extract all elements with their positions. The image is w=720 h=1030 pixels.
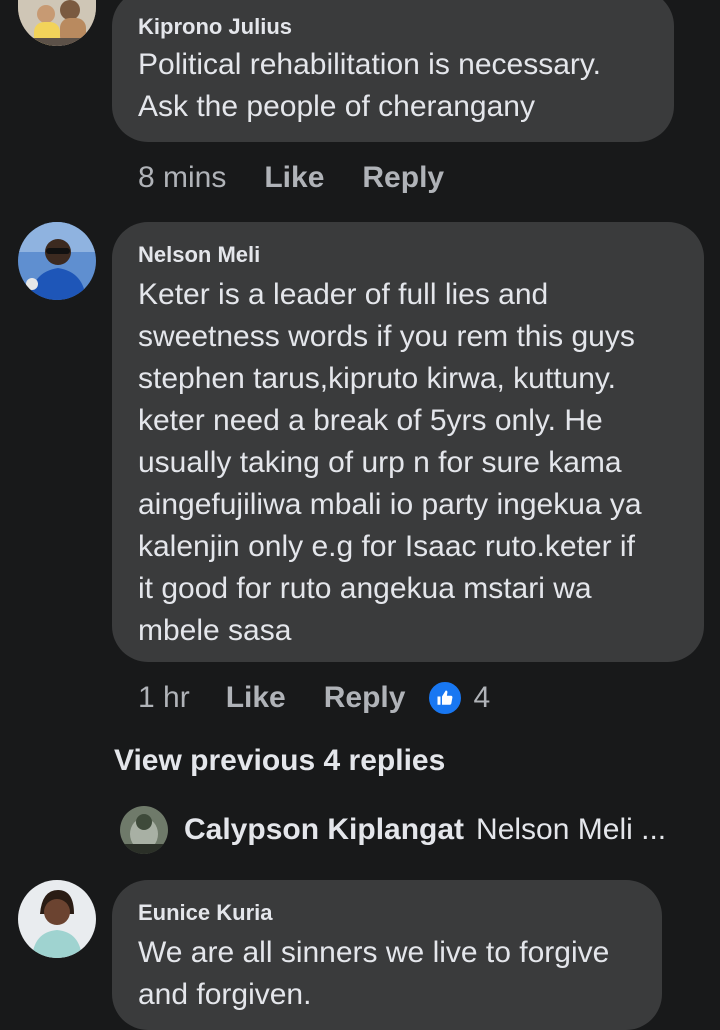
comment-author[interactable]: Kiprono Julius bbox=[138, 14, 648, 40]
comment-text-line: kalenjin only e.g for Isaac ruto.keter i… bbox=[138, 530, 635, 563]
reply-button[interactable]: Reply bbox=[362, 161, 444, 195]
reply-author[interactable]: Calypson Kiplangat bbox=[184, 813, 464, 847]
comment-timestamp[interactable]: 1 hr bbox=[138, 681, 190, 715]
comment-text-line: and forgiven. bbox=[138, 978, 312, 1011]
reply-button[interactable]: Reply bbox=[324, 681, 406, 715]
comment-text-line: usually taking of urp n for sure kama bbox=[138, 446, 622, 479]
comment-author[interactable]: Eunice Kuria bbox=[138, 900, 636, 926]
comment-timestamp[interactable]: 8 mins bbox=[138, 161, 226, 195]
reaction-count: 4 bbox=[473, 681, 491, 714]
comment-bubble-eunice-kuria: Eunice Kuria We are all sinners we live … bbox=[112, 880, 662, 1030]
avatar-photo-babies bbox=[18, 0, 96, 46]
comment-text-line: sweetness words if you rem this guys bbox=[138, 320, 635, 353]
thumbs-up-icon bbox=[427, 680, 464, 716]
avatar-photo-woman bbox=[18, 880, 96, 958]
comment-actions: 8 mins Like Reply bbox=[138, 158, 444, 198]
view-previous-replies-link[interactable]: View previous 4 replies bbox=[114, 744, 445, 778]
comment-text-line: Political rehabilitation is necessary. bbox=[138, 48, 601, 81]
comment-text-line: stephen tarus,kipruto kirwa, kuttuny. bbox=[138, 362, 617, 395]
avatar-kiprono-julius[interactable] bbox=[18, 0, 96, 46]
comment-text-line: Keter is a leader of full lies and bbox=[138, 278, 549, 311]
comment-text-line: We are all sinners we live to forgive bbox=[138, 936, 610, 969]
avatar-photo-man bbox=[18, 222, 96, 300]
like-button[interactable]: Like bbox=[226, 681, 286, 715]
avatar-calypson-kiplangat[interactable] bbox=[120, 806, 168, 854]
comment-text-line: aingefujiliwa mbali io party ingekua ya bbox=[138, 488, 642, 521]
comment-text-line: mbele sasa bbox=[138, 614, 292, 647]
avatar-nelson-meli[interactable] bbox=[18, 222, 96, 300]
avatar-photo-bird bbox=[120, 806, 168, 854]
comment-text-line: Ask the people of cherangany bbox=[138, 90, 535, 123]
comment-author[interactable]: Nelson Meli bbox=[138, 242, 678, 268]
comment-actions: 1 hr Like Reply 4 bbox=[138, 678, 490, 718]
avatar-eunice-kuria[interactable] bbox=[18, 880, 96, 958]
reply-snippet: Nelson Meli ... bbox=[476, 813, 667, 846]
reaction-summary[interactable]: 4 bbox=[427, 680, 490, 716]
reply-preview[interactable]: Calypson Kiplangat Nelson Meli ... bbox=[120, 806, 666, 854]
comment-bubble-kiprono-julius: Kiprono Julius Political rehabilitation … bbox=[112, 0, 674, 142]
comment-text-line: it good for ruto angekua mstari wa bbox=[138, 572, 592, 605]
comment-text-line: keter need a break of 5yrs only. He bbox=[138, 404, 603, 437]
comment-bubble-nelson-meli: Nelson Meli Keter is a leader of full li… bbox=[112, 222, 704, 662]
like-button[interactable]: Like bbox=[264, 161, 324, 195]
